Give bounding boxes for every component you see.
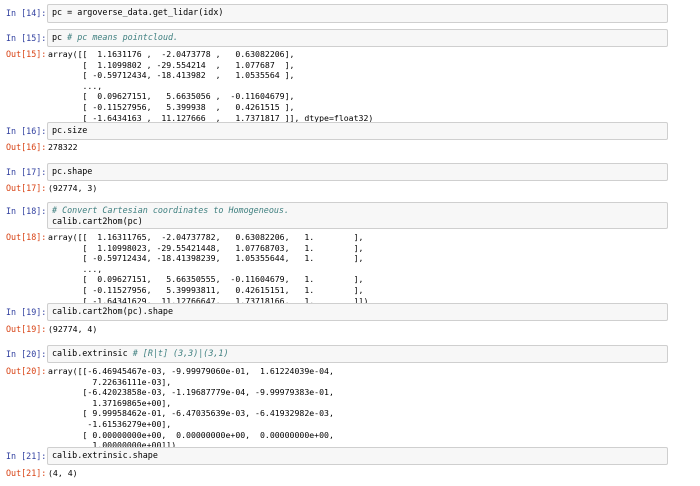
code-input[interactable]: calib.cart2hom(pc).shape <box>47 303 668 321</box>
cell-output: (4, 4) <box>48 468 78 478</box>
code-input[interactable]: pc = argoverse_data.get_lidar(idx) <box>47 4 668 23</box>
code-text: pc <box>52 32 68 42</box>
notebook-cell-21: In [21]: calib.extrinsic.shape Out[21]: … <box>0 447 700 483</box>
code-text: calib.cart2hom(pc).shape <box>52 306 174 316</box>
in-prompt: In [20]: <box>6 349 47 359</box>
out-prompt: Out[17]: <box>6 183 47 193</box>
code-text: calib.extrinsic <box>52 348 133 358</box>
cell-output: array([[-6.46945467e-03, -9.99979060e-01… <box>48 366 334 451</box>
notebook-cell-19: In [19]: calib.cart2hom(pc).shape Out[19… <box>0 303 700 337</box>
out-prompt: Out[16]: <box>6 142 47 152</box>
out-prompt: Out[18]: <box>6 232 47 242</box>
code-input[interactable]: # Convert Cartesian coordinates to Homog… <box>47 202 668 229</box>
out-prompt: Out[20]: <box>6 366 47 376</box>
code-input[interactable]: calib.extrinsic.shape <box>47 447 668 465</box>
in-prompt: In [19]: <box>6 307 47 317</box>
in-prompt: In [16]: <box>6 126 47 136</box>
out-prompt: Out[15]: <box>6 49 47 59</box>
notebook-cell-20: In [20]: calib.extrinsic # [R|t] (3,3)|(… <box>0 345 700 450</box>
code-comment: # [R|t] (3,3)|(3,1) <box>132 348 229 358</box>
notebook-cell-14: In [14]: pc = argoverse_data.get_lidar(i… <box>0 4 700 26</box>
cell-output: array([[ 1.16311765, -2.04737782, 0.6308… <box>48 232 369 306</box>
cell-output: (92774, 3) <box>48 183 98 193</box>
code-input[interactable]: pc.size <box>47 122 668 140</box>
code-text: pc.size <box>52 125 88 135</box>
code-comment: # pc means pointcloud. <box>67 32 179 42</box>
code-text: pc.shape <box>52 166 93 176</box>
code-input[interactable]: calib.extrinsic # [R|t] (3,3)|(3,1) <box>47 345 668 363</box>
notebook-cell-16: In [16]: pc.size Out[16]: 278322 <box>0 122 700 156</box>
out-prompt: Out[19]: <box>6 324 47 334</box>
notebook-cell-15: In [15]: pc # pc means pointcloud. Out[1… <box>0 29 700 123</box>
cell-output: array([[ 1.1631176 , -2.0473778 , 0.6308… <box>48 49 374 123</box>
in-prompt: In [14]: <box>6 8 47 18</box>
notebook-cell-18: In [18]: # Convert Cartesian coordinates… <box>0 202 700 306</box>
in-prompt: In [17]: <box>6 167 47 177</box>
cell-output: (92774, 4) <box>48 324 98 334</box>
code-text: pc = argoverse_data.get_lidar(idx) <box>52 7 224 17</box>
code-input[interactable]: pc # pc means pointcloud. <box>47 29 668 47</box>
code-text: calib.extrinsic.shape <box>52 450 158 460</box>
notebook-cell-17: In [17]: pc.shape Out[17]: (92774, 3) <box>0 163 700 197</box>
in-prompt: In [15]: <box>6 33 47 43</box>
code-input[interactable]: pc.shape <box>47 163 668 181</box>
code-text: calib.cart2hom(pc) <box>52 216 143 226</box>
cell-output: 278322 <box>48 142 78 152</box>
out-prompt: Out[21]: <box>6 468 47 478</box>
in-prompt: In [21]: <box>6 451 47 461</box>
code-comment: # Convert Cartesian coordinates to Homog… <box>52 205 289 215</box>
in-prompt: In [18]: <box>6 206 47 216</box>
